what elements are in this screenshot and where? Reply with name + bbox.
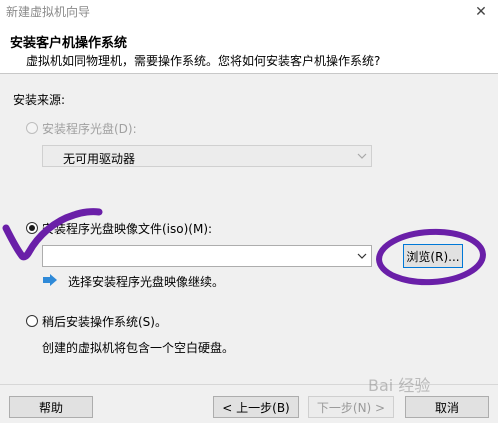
back-button[interactable]: < 上一步(B) — [213, 396, 299, 418]
iso-path-select[interactable] — [42, 245, 372, 267]
iso-radio[interactable] — [26, 222, 38, 234]
disc-radio-label: 安装程序光盘(D): — [42, 122, 137, 136]
install-later-description: 创建的虚拟机将包含一个空白硬盘。 — [42, 341, 235, 355]
chevron-down-icon — [357, 153, 367, 159]
chevron-down-icon — [357, 253, 367, 259]
install-source-label: 安装来源: — [13, 93, 66, 107]
page-title: 安装客户机操作系统 — [10, 36, 128, 51]
close-icon[interactable]: ✕ — [464, 0, 498, 24]
watermark: Bai 经验 — [368, 376, 431, 395]
install-later-label: 稍后安装操作系统(S)。 — [42, 315, 167, 329]
title-bar: 新建虚拟机向导 ✕ — [0, 0, 498, 25]
install-later-radio[interactable] — [26, 315, 38, 327]
disc-radio[interactable] — [26, 122, 38, 134]
drive-select-value: 无可用驱动器 — [63, 152, 136, 166]
wizard-header: 安装客户机操作系统 虚拟机如同物理机，需要操作系统。您将如何安装客户机操作系统? — [0, 24, 498, 74]
help-button[interactable]: 帮助 — [9, 396, 93, 418]
browse-button[interactable]: 浏览(R)... — [403, 244, 463, 268]
right-arrow-info-icon — [43, 274, 57, 286]
iso-radio-label: 安装程序光盘映像文件(iso)(M): — [42, 222, 213, 236]
next-button[interactable]: 下一步(N) > — [308, 396, 394, 418]
cancel-button[interactable]: 取消 — [405, 396, 489, 418]
drive-select[interactable]: 无可用驱动器 — [42, 145, 372, 167]
window-title: 新建虚拟机向导 — [6, 5, 91, 19]
iso-hint-text: 选择安装程序光盘映像继续。 — [68, 275, 225, 289]
page-description: 虚拟机如同物理机，需要操作系统。您将如何安装客户机操作系统? — [26, 54, 381, 68]
radio-selected-dot — [29, 225, 35, 231]
